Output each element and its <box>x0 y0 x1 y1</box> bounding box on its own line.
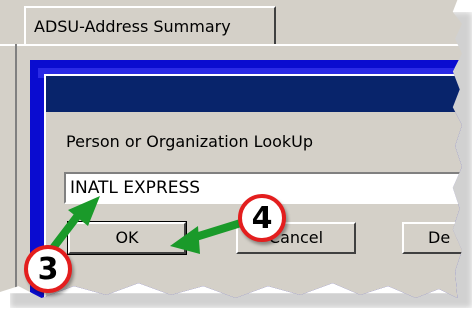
screenshot-canvas: ADSU-Address Summary Person or Organizat… <box>0 0 475 311</box>
lookup-dialog: Person or Organization LookUp OK Cancel … <box>44 74 462 298</box>
frame-left-edge <box>15 44 17 298</box>
lookup-group-label: Person or Organization LookUp <box>66 132 314 151</box>
delete-button[interactable]: De <box>402 222 462 254</box>
dialog-titlebar[interactable] <box>46 76 462 112</box>
callout-step-4: 4 <box>238 194 286 242</box>
application-window: ADSU-Address Summary Person or Organizat… <box>0 0 462 298</box>
callout-step-3: 3 <box>24 245 72 293</box>
tab-strip-divider <box>0 44 462 46</box>
tab-label: ADSU-Address Summary <box>34 16 231 36</box>
ok-button[interactable]: OK <box>67 221 187 255</box>
callout-step-4-number: 4 <box>251 200 273 236</box>
tab-address-summary[interactable]: ADSU-Address Summary <box>24 6 276 44</box>
callout-step-3-number: 3 <box>37 251 59 287</box>
